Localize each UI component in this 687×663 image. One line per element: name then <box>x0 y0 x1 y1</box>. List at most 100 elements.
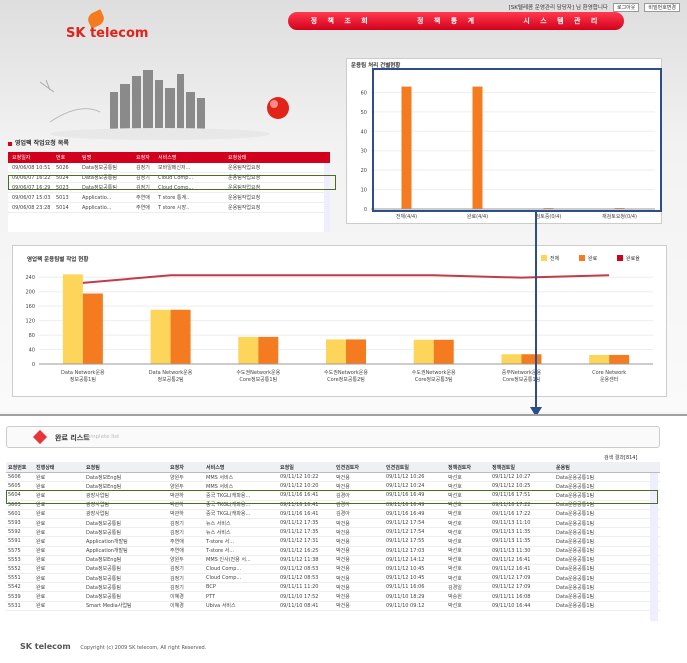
scrollbar[interactable] <box>324 163 330 232</box>
col-header[interactable]: 서비스명 <box>204 464 278 471</box>
table-cell: 박선호 <box>448 566 462 573</box>
x-tick-label: 수도권Network운용 <box>412 369 456 376</box>
col-header[interactable]: 요청팀 <box>84 464 168 471</box>
table-row[interactable]: 09/06/07 15:03 5013 Applicatio... 주연애 T stor… <box>8 193 330 203</box>
col-header[interactable]: 정책검토일 <box>490 464 554 471</box>
col-header[interactable]: 요청자 <box>132 154 154 161</box>
y-tick-label: 0 <box>364 207 367 213</box>
table-row[interactable]: 5606 완료 Data정보Eng팀 양원두 MMS 서비스 09/11/12 10:22… <box>6 473 660 483</box>
table-cell: 5026 <box>56 164 69 171</box>
table-row[interactable]: 5542 완료 Data정보공통팀 김정기 BCP 09/11/11 11:20 박건용 09… <box>6 583 660 593</box>
x-tick-label: Data Network운용 <box>149 370 193 376</box>
table-row[interactable]: 5531 완료 Smart Media사업팀 이혜경 Ubiva 서비스 09/11/10… <box>6 602 660 611</box>
table-cell: 09/11/12 17:09 <box>492 584 531 591</box>
col-header[interactable]: 요청상태 <box>224 154 320 161</box>
bar-done[interactable] <box>346 339 366 364</box>
nav-policy-search[interactable]: 정 책 조 회 <box>311 16 372 26</box>
table-row[interactable]: 5539 완료 Data정보공통팀 이혜경 PTT 09/11/10 17:52 박건용 09… <box>6 592 660 602</box>
table-cell: Data운용공통1팀 <box>556 511 595 518</box>
col-header[interactable]: 정책검토자 <box>446 464 490 471</box>
bar-done[interactable] <box>433 339 454 364</box>
col-header[interactable]: 인견검토일 <box>384 464 446 471</box>
logo-text: SK telecom <box>66 26 149 41</box>
bar-done[interactable] <box>521 354 542 364</box>
x-tick-label: Core정보공통1팀 <box>239 376 277 383</box>
completed-list-header: 완료 리스트 Complete list <box>6 426 660 448</box>
table-row[interactable]: 5601 완료 광장사업팀 박관하 중국 TKGL(캐파용... 09/11/16 16:… <box>6 510 660 519</box>
y-tick-label: 30 <box>361 149 367 155</box>
completed-list-subtitle: Complete list <box>83 434 120 440</box>
table-row[interactable]: 5552 완료 Data정보공통팀 김정기 Cloud Comp... 09/11/12 … <box>6 565 660 575</box>
table-cell: 09/11/12 17:31 <box>280 538 319 545</box>
bar-done[interactable] <box>609 354 630 364</box>
table-row[interactable]: 5575 완료 Application개발팀 주연애 T-store 서... 09/11… <box>6 547 660 556</box>
legend-swatch <box>617 255 623 261</box>
bar-total[interactable] <box>238 336 259 364</box>
col-header[interactable]: 요청번호 <box>6 464 34 471</box>
col-header[interactable]: 번호 <box>52 154 78 161</box>
table-cell: 5542 <box>8 584 21 591</box>
table-cell: 박건용 <box>336 474 350 481</box>
table-cell: Data운용공통1팀 <box>556 483 595 490</box>
nav-system-admin[interactable]: 시 스 템 관 리 <box>523 16 601 26</box>
bar-done[interactable] <box>170 309 191 364</box>
bar-done[interactable] <box>258 336 279 364</box>
nav-policy-stats[interactable]: 정 책 통 계 <box>417 16 478 26</box>
logout-button[interactable]: 로그아웃 <box>612 2 640 12</box>
y-tick-label: 10 <box>361 188 367 194</box>
y-tick-label: 120 <box>25 319 35 325</box>
sk-telecom-logo[interactable]: SK telecom <box>52 9 152 52</box>
table-row[interactable]: 5593 완료 Data정보공통팀 김정기 뉴스 서비스 09/11/12 17:35 박건… <box>6 519 660 529</box>
table-cell: 박건용 <box>336 529 350 536</box>
col-header[interactable]: 요청자 <box>168 464 204 471</box>
table-cell: 완료 <box>36 584 46 591</box>
table-cell: Data정보공통팀 <box>86 520 121 527</box>
table-cell: 박선호 <box>448 520 462 527</box>
y-tick-label: 20 <box>361 168 367 174</box>
table-cell: Data정보공통팀 <box>86 584 121 591</box>
table-cell: 이혜경 <box>170 594 184 601</box>
bar-total[interactable] <box>501 354 522 364</box>
bar-total[interactable] <box>413 339 434 364</box>
col-header[interactable]: 서비스명 <box>154 154 224 161</box>
col-header[interactable]: 팀명 <box>78 154 132 161</box>
bar-done[interactable] <box>82 293 103 365</box>
table-cell: 09/11/12 17:54 <box>386 520 425 527</box>
table-cell: 09/11/16 16:41 <box>280 510 319 517</box>
table-cell: Cloud Comp... <box>206 565 242 572</box>
col-header[interactable]: 요청일 <box>278 464 334 471</box>
col-header[interactable]: 요청일자 <box>8 154 52 161</box>
table-cell: MMS 서비스 <box>206 483 234 490</box>
table-row[interactable]: 5551 완료 Data정보공통팀 김정기 Cloud Comp... 09/11/12 … <box>6 574 660 584</box>
table-cell: 박건용 <box>336 538 350 545</box>
table-row[interactable]: 09/06/08 23:28 5014 Applicatio... 주연애 T stor… <box>8 203 330 213</box>
table-row[interactable]: 5591 완료 Application개발팀 주연애 T-store 서... 09/11… <box>6 537 660 547</box>
table-cell: 박관하 <box>170 511 184 518</box>
col-header[interactable]: 운용팀 <box>554 464 614 471</box>
table-cell: MMS 인사(전용 서... <box>206 557 251 564</box>
table-row[interactable]: 09/06/08 10:51 5026 Data정보공통팀 김정기 모바일메신저... 운… <box>8 163 330 173</box>
table-cell: Applicatio... <box>82 204 112 211</box>
table-cell: 주연애 <box>170 548 184 555</box>
table-cell: Data운용공통1팀 <box>556 529 595 536</box>
bar-total[interactable] <box>589 354 610 364</box>
bar-total[interactable] <box>150 309 171 364</box>
table-header: 요청일자 번호 팀명 요청자 서비스명 요청상태 <box>8 152 330 163</box>
table-cell: PTT <box>206 593 216 600</box>
col-header[interactable]: 인견검토자 <box>334 464 384 471</box>
table-cell: 광장사업팀 <box>86 511 110 518</box>
table-row[interactable]: 5592 완료 Data정보공통팀 김정기 뉴스 서비스 09/11/12 17:35 박건… <box>6 528 660 538</box>
bar-total[interactable] <box>326 339 346 364</box>
table-cell: 09/11/13 11:10 <box>492 520 531 527</box>
table-row[interactable]: 5553 완료 Data정보Eng팀 양원두 MMS 인사(전용 서... 09/11/1… <box>6 556 660 565</box>
table-cell: 주연애 <box>136 205 150 211</box>
legend-label: 완료율 <box>626 255 640 262</box>
table-cell: Data운용공통1팀 <box>556 548 595 555</box>
bar-total[interactable] <box>62 274 83 364</box>
table-cell: 09/11/12 14:12 <box>386 556 425 563</box>
table-cell: 5014 <box>56 204 69 211</box>
col-header[interactable]: 진행상태 <box>34 464 84 471</box>
rate-line[interactable] <box>82 274 610 284</box>
change-password-button[interactable]: 비밀번호변경 <box>644 2 680 12</box>
completed-table: 요청번호 진행상태 요청팀 요청자 서비스명 요청일 인견검토자 인견검토일 정… <box>6 462 660 622</box>
